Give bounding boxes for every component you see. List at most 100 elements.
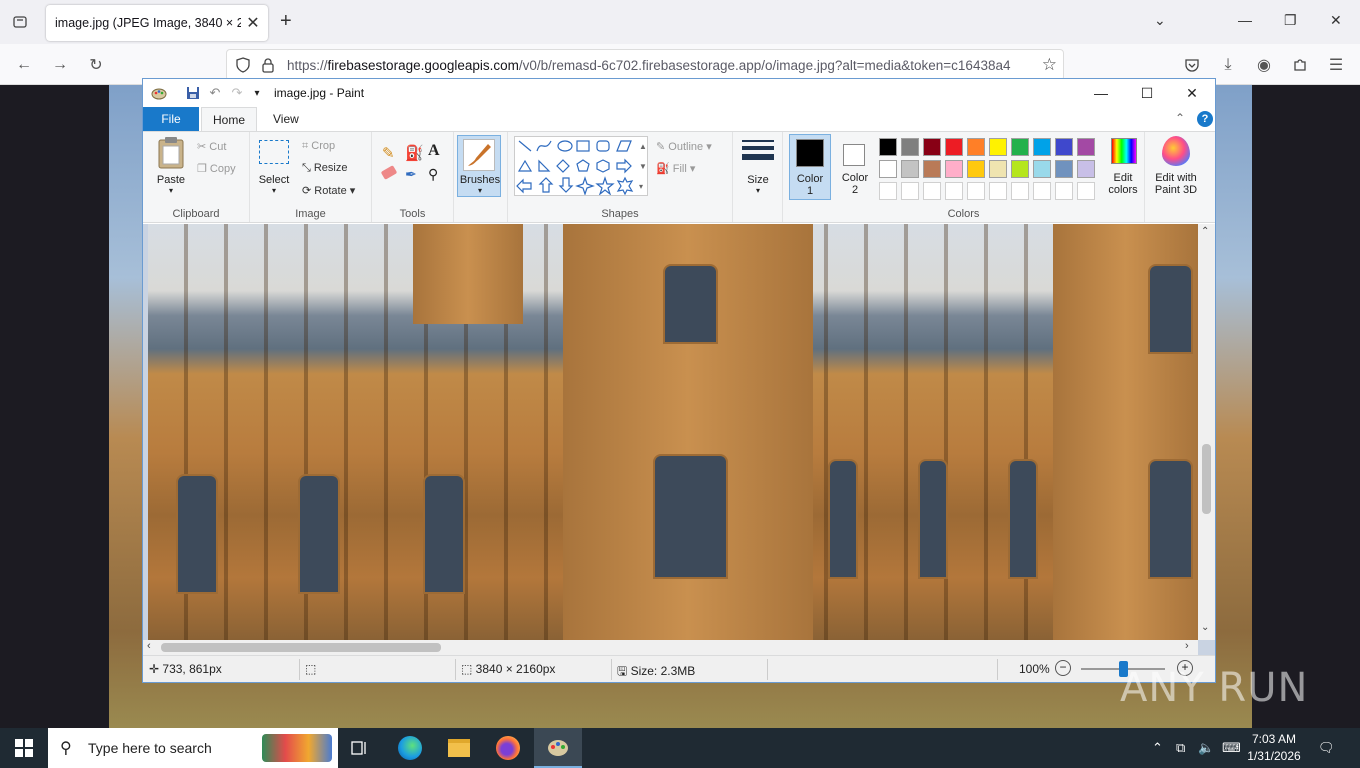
paint-maximize-icon[interactable]: ☐ — [1135, 83, 1159, 103]
color-picker-icon[interactable]: ✒ — [405, 166, 417, 183]
minimize-icon[interactable]: — — [1238, 12, 1252, 28]
account-icon[interactable]: ◉ — [1252, 53, 1276, 77]
palette-swatch[interactable] — [923, 160, 941, 178]
scroll-down-icon[interactable]: ⌄ — [1201, 622, 1209, 633]
size-dropdown-icon[interactable]: ▾ — [739, 186, 777, 195]
firefox-icon[interactable] — [488, 732, 528, 764]
help-icon[interactable]: ? — [1197, 111, 1213, 127]
palette-swatch[interactable] — [923, 138, 941, 156]
url-bar[interactable]: https://firebasestorage.googleapis.com/v… — [226, 49, 1064, 81]
new-tab-icon[interactable]: + — [280, 11, 292, 31]
extensions-icon[interactable] — [1288, 53, 1312, 77]
palette-swatch[interactable] — [945, 160, 963, 178]
fill-bucket-icon[interactable]: ⛽ — [405, 144, 424, 162]
pencil-icon[interactable]: ✎ — [382, 144, 395, 162]
palette-swatch[interactable] — [1033, 160, 1051, 178]
browser-tab[interactable]: image.jpg (JPEG Image, 3840 × 2160 pixel… — [46, 5, 268, 41]
scroll-up-icon[interactable]: ⌃ — [1201, 226, 1209, 237]
copy-button[interactable]: ❐ Copy — [197, 162, 236, 175]
restore-icon[interactable]: ❐ — [1284, 12, 1297, 29]
forward-icon[interactable]: → — [48, 53, 72, 77]
horizontal-scrollbar[interactable]: ‹ › — [143, 640, 1198, 655]
task-view-icon[interactable] — [340, 732, 380, 764]
palette-swatch[interactable] — [1077, 182, 1095, 200]
save-icon[interactable] — [185, 85, 201, 101]
palette-swatch[interactable] — [1033, 182, 1051, 200]
network-icon[interactable]: ⧉ — [1176, 740, 1185, 756]
menu-icon[interactable]: ☰ — [1324, 53, 1348, 77]
downloads-icon[interactable]: ⤓ — [1216, 53, 1240, 77]
palette-swatch[interactable] — [879, 138, 897, 156]
palette-swatch[interactable] — [1011, 138, 1029, 156]
shield-icon[interactable] — [235, 57, 251, 76]
collapse-ribbon-icon[interactable]: ⌃ — [1175, 111, 1185, 125]
paint-minimize-icon[interactable]: — — [1089, 83, 1113, 103]
magnifier-icon[interactable]: ⚲ — [428, 166, 438, 183]
clock[interactable]: 7:03 AM 1/31/2026 — [1244, 731, 1304, 765]
tab-list-icon[interactable] — [8, 10, 32, 34]
palette-swatch[interactable] — [989, 138, 1007, 156]
color1-button[interactable]: Color 1 — [789, 134, 831, 200]
brushes-dropdown-icon[interactable]: ▾ — [458, 186, 502, 195]
reload-icon[interactable]: ↻ — [84, 53, 108, 77]
palette-swatch[interactable] — [1077, 160, 1095, 178]
paint-taskbar-icon[interactable] — [534, 728, 582, 768]
tab-home[interactable]: Home — [201, 107, 257, 131]
close-tab-icon[interactable]: ✕ — [244, 14, 262, 32]
language-icon[interactable]: ⌨ — [1222, 740, 1241, 756]
cut-button[interactable]: ✂ Cut — [197, 140, 226, 153]
canvas-area[interactable]: ⌃ ⌄ ‹ › — [143, 224, 1215, 655]
redo-icon[interactable]: ↷ — [229, 85, 245, 101]
outline-button[interactable]: ✎ Outline ▾ — [656, 140, 712, 153]
paste-dropdown-icon[interactable]: ▾ — [153, 186, 189, 195]
shapes-gallery[interactable]: ▲ ▼ ▾ — [514, 136, 648, 196]
scroll-left-icon[interactable]: ‹ — [147, 640, 151, 652]
lock-icon[interactable] — [261, 57, 275, 76]
palette-swatch[interactable] — [967, 160, 985, 178]
palette-swatch[interactable] — [967, 182, 985, 200]
select-button[interactable]: Select ▾ — [256, 138, 292, 200]
text-tool-icon[interactable]: A — [428, 142, 440, 160]
palette-swatch[interactable] — [1055, 138, 1073, 156]
eraser-icon[interactable] — [380, 165, 398, 180]
palette-swatch[interactable] — [1033, 138, 1051, 156]
palette-swatch[interactable] — [945, 138, 963, 156]
bookmark-star-icon[interactable]: ☆ — [1042, 55, 1057, 75]
select-dropdown-icon[interactable]: ▾ — [256, 186, 292, 195]
palette-swatch[interactable] — [901, 138, 919, 156]
palette-swatch[interactable] — [879, 160, 897, 178]
paste-button[interactable]: Paste ▾ — [153, 136, 189, 200]
brushes-button[interactable]: Brushes ▾ — [457, 135, 501, 197]
palette-swatch[interactable] — [989, 182, 1007, 200]
undo-icon[interactable]: ↶ — [207, 85, 223, 101]
palette-swatch[interactable] — [879, 182, 897, 200]
pocket-icon[interactable] — [1180, 53, 1204, 77]
customize-qat-icon[interactable]: ▾ — [249, 85, 265, 101]
palette-swatch[interactable] — [1011, 182, 1029, 200]
zoom-out-icon[interactable]: − — [1055, 660, 1071, 676]
start-button[interactable] — [0, 728, 48, 768]
file-explorer-icon[interactable] — [439, 732, 479, 764]
volume-icon[interactable]: 🔈 — [1198, 740, 1214, 756]
size-button[interactable]: Size ▾ — [739, 136, 777, 198]
list-all-tabs-icon[interactable]: ⌄ — [1154, 12, 1166, 29]
resize-button[interactable]: ⤡ Resize — [302, 162, 347, 175]
notifications-icon[interactable]: 🗨 — [1318, 740, 1335, 756]
palette-swatch[interactable] — [1055, 182, 1073, 200]
scroll-right-icon[interactable]: › — [1185, 640, 1189, 652]
close-window-icon[interactable]: ✕ — [1330, 12, 1342, 29]
palette-swatch[interactable] — [989, 160, 1007, 178]
palette-swatch[interactable] — [901, 182, 919, 200]
edit-with-paint3d-button[interactable]: Edit with Paint 3D — [1149, 134, 1203, 200]
horizontal-scroll-thumb[interactable] — [161, 643, 441, 652]
fill-button[interactable]: ⛽ Fill ▾ — [656, 162, 695, 175]
search-highlight-icon[interactable] — [262, 734, 332, 762]
crop-button[interactable]: ⌗ Crop — [302, 140, 335, 153]
palette-swatch[interactable] — [967, 138, 985, 156]
image-canvas[interactable] — [148, 224, 1198, 640]
vertical-scrollbar[interactable]: ⌃ ⌄ — [1198, 224, 1215, 640]
taskbar-search[interactable]: ⚲ Type here to search — [48, 728, 338, 768]
palette-swatch[interactable] — [1077, 138, 1095, 156]
paint-app-icon[interactable] — [151, 85, 167, 101]
color2-button[interactable]: Color 2 — [835, 134, 875, 200]
